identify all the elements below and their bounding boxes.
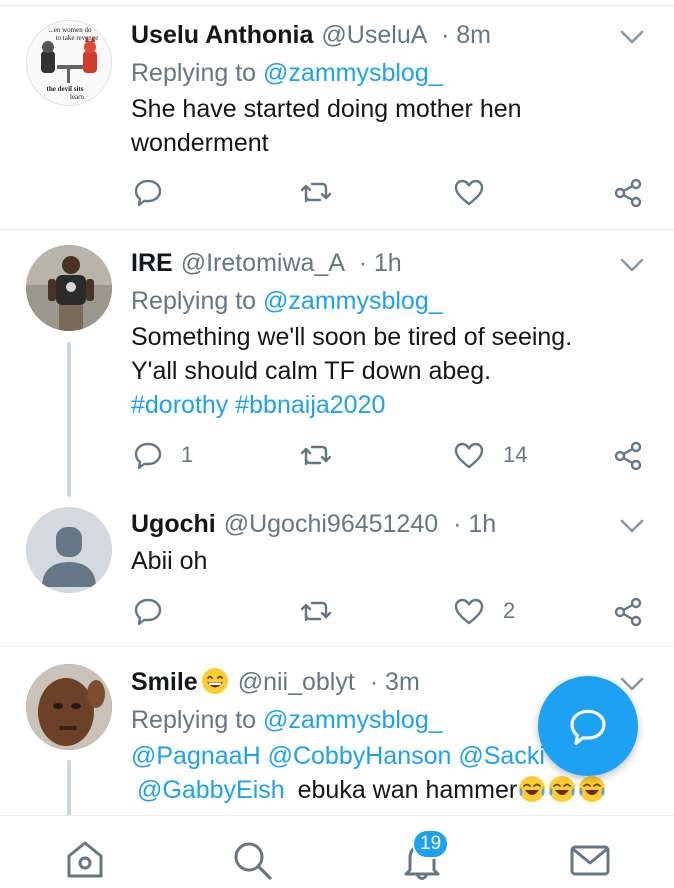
tears-of-joy-emoji-icon bbox=[519, 776, 546, 802]
home-icon[interactable] bbox=[63, 838, 107, 882]
replying-to: Replying to @zammysblog_ bbox=[131, 706, 443, 734]
compose-reply-icon bbox=[570, 709, 606, 745]
tweet-text: Something we'll soon be tired of seeing.… bbox=[131, 323, 573, 419]
reply-icon bbox=[134, 179, 162, 207]
reply-icon bbox=[134, 598, 162, 626]
tweet-text: She have started doing mother hen wonder… bbox=[131, 95, 522, 157]
grinning-emoji-icon bbox=[201, 668, 228, 694]
tweet-divider bbox=[0, 646, 674, 647]
heart-icon bbox=[454, 442, 484, 469]
notifications-badge: 19 bbox=[412, 829, 450, 859]
retweet-icon bbox=[300, 601, 332, 622]
author-handle[interactable]: @nii_oblyt bbox=[238, 668, 355, 696]
share-icon bbox=[614, 597, 642, 626]
timestamp: · 8m bbox=[440, 21, 491, 49]
avatar-photo bbox=[26, 245, 112, 331]
replying-to: Replying to @zammysblog_ bbox=[131, 59, 443, 87]
retweet-button[interactable] bbox=[299, 438, 333, 472]
tweet-text: Abii oh bbox=[131, 547, 208, 575]
avatar[interactable] bbox=[26, 245, 112, 331]
author-name[interactable]: Smile bbox=[131, 668, 198, 696]
timestamp: · 3m bbox=[369, 668, 420, 696]
author-name[interactable]: IRE bbox=[131, 249, 173, 277]
avatar-photo bbox=[26, 664, 112, 750]
compose-reply-button[interactable] bbox=[538, 676, 638, 776]
author-handle[interactable]: @UseluA bbox=[321, 21, 426, 49]
reply-button[interactable] bbox=[133, 594, 163, 628]
author-handle[interactable]: @Iretomiwa_A bbox=[181, 249, 344, 277]
avatar-meme-image: ...en women do to take revenge the devil… bbox=[27, 21, 111, 105]
top-divider bbox=[0, 0, 674, 6]
heart-icon bbox=[454, 179, 484, 206]
share-button[interactable] bbox=[613, 594, 643, 628]
tears-of-joy-emoji-icon bbox=[579, 776, 606, 802]
svg-text:learn: learn bbox=[70, 93, 84, 101]
bottom-navigation bbox=[0, 815, 674, 888]
like-button[interactable]: 14 bbox=[453, 438, 527, 472]
tweet-divider bbox=[0, 229, 674, 230]
mention-link[interactable]: @GabbyEish bbox=[137, 776, 285, 804]
hashtag-link[interactable]: #bbnaija2020 bbox=[235, 391, 385, 419]
heart-icon bbox=[454, 598, 484, 625]
mention-link[interactable]: @CobbyHanson bbox=[268, 742, 452, 770]
like-count: 14 bbox=[503, 442, 528, 467]
reply-count: 1 bbox=[181, 442, 194, 467]
reply-button[interactable] bbox=[133, 175, 163, 209]
mention-link[interactable]: @Sacki bbox=[458, 742, 545, 770]
replying-to-link[interactable]: @zammysblog_ bbox=[263, 706, 443, 734]
avatar[interactable]: ...en women do to take revenge the devil… bbox=[26, 20, 112, 106]
like-count: 2 bbox=[503, 598, 516, 623]
default-avatar-icon bbox=[26, 507, 112, 593]
thread-line bbox=[67, 342, 71, 497]
share-icon bbox=[614, 178, 642, 207]
mail-icon[interactable] bbox=[568, 838, 612, 882]
author-handle[interactable]: @Ugochi96451240 bbox=[224, 510, 438, 538]
avatar[interactable] bbox=[26, 664, 112, 750]
svg-text:the devil sits: the devil sits bbox=[47, 85, 84, 93]
avatar[interactable] bbox=[26, 507, 112, 593]
reply-icon bbox=[134, 442, 162, 470]
tears-of-joy-emoji-icon bbox=[549, 776, 576, 802]
replying-to: Replying to @zammysblog_ bbox=[131, 287, 443, 315]
share-button[interactable] bbox=[613, 175, 643, 209]
share-icon bbox=[614, 441, 642, 470]
author-name[interactable]: Uselu Anthonia bbox=[131, 21, 313, 49]
retweet-button[interactable] bbox=[299, 594, 333, 628]
share-button[interactable] bbox=[613, 438, 643, 472]
mention-link[interactable]: @PagnaaH bbox=[131, 742, 261, 770]
author-name[interactable]: Ugochi bbox=[131, 510, 216, 538]
chevron-down-icon[interactable] bbox=[618, 516, 646, 536]
tweet-actions: 2 bbox=[131, 594, 651, 628]
retweet-icon bbox=[300, 445, 332, 466]
svg-text:...en women do: ...en women do bbox=[49, 26, 92, 34]
like-button[interactable]: 2 bbox=[453, 594, 515, 628]
chevron-down-icon[interactable] bbox=[618, 27, 646, 47]
hashtag-link[interactable]: #dorothy bbox=[131, 391, 228, 419]
retweet-button[interactable] bbox=[299, 175, 333, 209]
reply-button[interactable]: 1 bbox=[133, 438, 193, 472]
like-button[interactable] bbox=[453, 175, 485, 209]
replying-to-link[interactable]: @zammysblog_ bbox=[263, 59, 443, 87]
timestamp: · 1h bbox=[453, 510, 497, 538]
retweet-icon bbox=[300, 182, 332, 203]
timestamp: · 1h bbox=[358, 249, 402, 277]
replying-to-link[interactable]: @zammysblog_ bbox=[263, 287, 443, 315]
chevron-down-icon[interactable] bbox=[618, 255, 646, 275]
search-icon[interactable] bbox=[230, 838, 274, 882]
tweet-actions bbox=[131, 175, 651, 209]
tweet-actions: 1 14 bbox=[131, 438, 651, 472]
thread-line bbox=[67, 760, 71, 820]
